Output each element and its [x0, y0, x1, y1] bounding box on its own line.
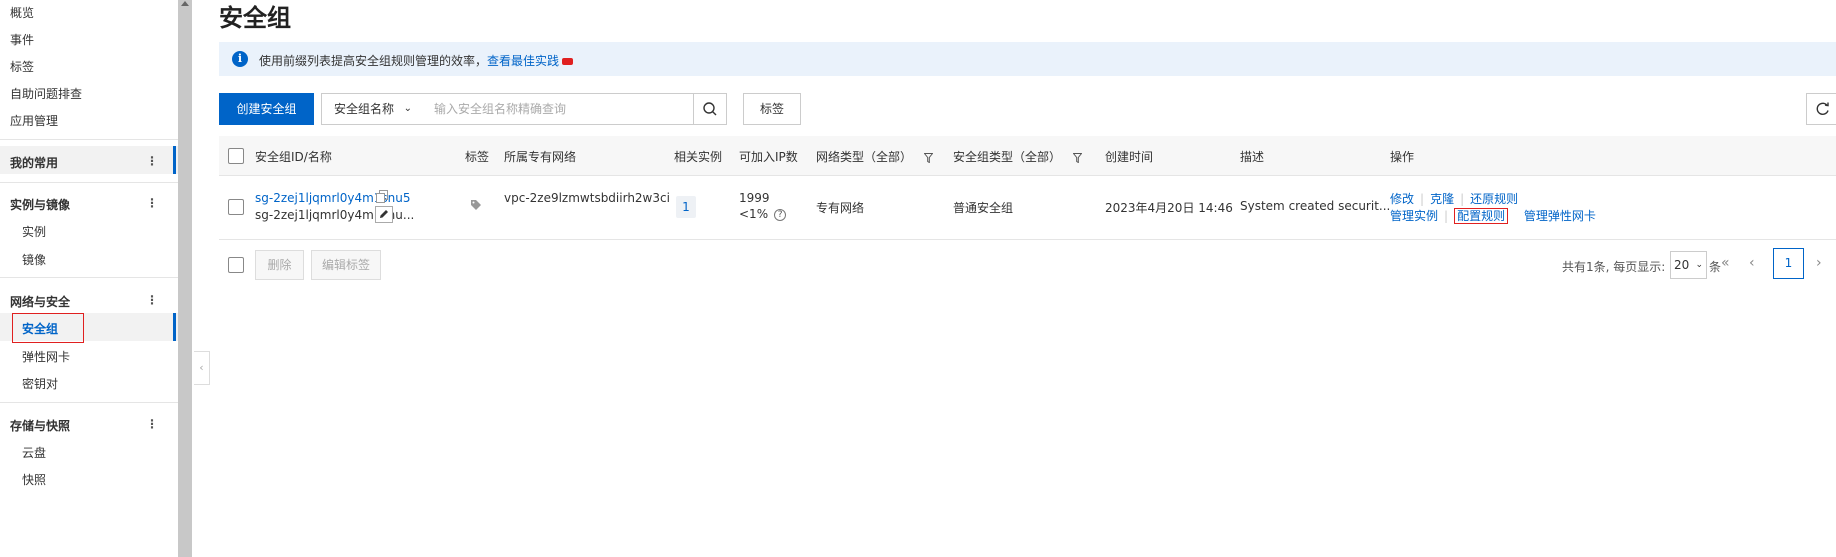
sidebar-group-storage[interactable]: 存储与快照 — [10, 417, 70, 434]
table-row: sg-2zej1ljqmrl0y4m1snu5 sg-2zej1ljqmrl0y… — [219, 176, 1836, 240]
column-header-sg-type[interactable]: 安全组类型（全部） — [953, 148, 1082, 165]
sidebar: 概览 事件 标签 自助问题排查 应用管理 我的常用 ⋮ 实例与镜像 ⋮ 实例 镜… — [0, 0, 178, 557]
filter-icon[interactable] — [1072, 152, 1082, 163]
more-icon[interactable]: ⋮ — [146, 417, 158, 431]
refresh-button[interactable] — [1806, 93, 1836, 125]
prev-page-icon[interactable]: ‹ — [1749, 255, 1755, 271]
copy-icon[interactable] — [376, 190, 388, 203]
vpc-id: vpc-2ze9lzmwtsbdiirh2w3ci — [504, 191, 670, 205]
page-size-value: 20 — [1674, 258, 1690, 272]
pagination-summary: 共有1条, 每页显示: — [1562, 260, 1666, 274]
more-icon[interactable]: ⋮ — [146, 196, 158, 210]
column-header-vpc: 所属专有网络 — [504, 150, 577, 164]
sidebar-item-images[interactable]: 镜像 — [22, 251, 46, 268]
sidebar-divider — [0, 182, 178, 183]
sidebar-group-instances[interactable]: 实例与镜像 — [10, 196, 70, 213]
security-group-type: 普通安全组 — [953, 201, 1014, 215]
description: System created securit... — [1240, 199, 1391, 213]
more-icon[interactable]: ⋮ — [146, 154, 158, 168]
sidebar-item-eni[interactable]: 弹性网卡 — [22, 348, 70, 365]
manage-eni-link[interactable]: 管理弹性网卡 — [1524, 209, 1596, 223]
table-header: 安全组ID/名称 标签 所属专有网络 相关实例 可加入IP数 网络类型（全部） … — [219, 136, 1836, 176]
sidebar-item-troubleshoot[interactable]: 自助问题排查 — [10, 85, 82, 102]
edit-pencil-icon[interactable] — [375, 206, 393, 223]
tag-icon[interactable] — [470, 199, 482, 211]
table-footer: 删除 编辑标签 共有1条, 每页显示: 20 ⌄ 条 « ‹ 1 › — [219, 246, 1836, 286]
ip-percent: <1% — [739, 207, 769, 221]
filter-icon[interactable] — [923, 152, 933, 163]
sidebar-item-instances[interactable]: 实例 — [22, 223, 46, 240]
edit-tags-button[interactable]: 编辑标签 — [311, 250, 381, 280]
sidebar-scrollbar[interactable] — [178, 0, 192, 557]
column-header-ip-count: 可加入IP数 — [739, 150, 798, 164]
column-header-network-type[interactable]: 网络类型（全部） — [816, 148, 933, 165]
search-icon — [703, 102, 717, 116]
page-size-select[interactable]: 20 ⌄ — [1670, 251, 1707, 279]
row-actions-line1: 修改 | 克隆 | 还原规则 — [1390, 192, 1519, 206]
scroll-up-arrow-icon[interactable] — [181, 1, 189, 6]
search-button[interactable] — [693, 93, 727, 125]
modify-link[interactable]: 修改 — [1390, 192, 1414, 206]
sidebar-group-favorites[interactable]: 我的常用 — [10, 154, 58, 171]
configure-rules-link[interactable]: 配置规则 — [1454, 208, 1509, 224]
delete-button[interactable]: 删除 — [255, 250, 304, 280]
tip-text: 使用前缀列表提高安全组规则管理的效率，查看最佳实践 — [259, 52, 574, 69]
help-icon[interactable]: ? — [774, 208, 787, 221]
row-actions-line2: 管理实例 | 配置规则 管理弹性网卡 — [1390, 208, 1596, 224]
page-title: 安全组 — [219, 4, 291, 32]
sg-type-label: 安全组类型（全部） — [953, 150, 1062, 164]
chevron-down-icon: ⌄ — [403, 103, 412, 114]
info-icon: i — [232, 51, 248, 67]
network-type: 专有网络 — [816, 201, 865, 215]
manage-instances-link[interactable]: 管理实例 — [1390, 209, 1438, 223]
sidebar-item-events[interactable]: 事件 — [10, 31, 34, 48]
search-field-select[interactable]: 安全组名称 ⌄ — [321, 93, 423, 125]
column-header-created: 创建时间 — [1105, 150, 1154, 164]
sidebar-divider — [0, 139, 178, 140]
column-header-tags: 标签 — [465, 150, 490, 164]
sidebar-item-keypairs[interactable]: 密钥对 — [22, 375, 58, 392]
sidebar-item-tags[interactable]: 标签 — [10, 58, 34, 75]
ip-usage: <1%? — [739, 207, 787, 221]
clone-link[interactable]: 克隆 — [1430, 192, 1454, 206]
select-all-checkbox[interactable] — [228, 148, 244, 164]
more-icon[interactable]: ⋮ — [146, 293, 158, 307]
sidebar-group-network[interactable]: 网络与安全 — [10, 293, 70, 310]
current-page-button[interactable]: 1 — [1773, 248, 1804, 279]
search-field-value: 安全组名称 — [334, 102, 395, 116]
best-practice-link[interactable]: 查看最佳实践 — [487, 54, 559, 68]
created-time: 2023年4月20日 14:46 — [1105, 201, 1233, 215]
column-header-instances: 相关实例 — [674, 150, 723, 164]
next-page-icon[interactable]: › — [1816, 255, 1822, 271]
create-security-group-button[interactable]: 创建安全组 — [219, 93, 314, 125]
sidebar-item-overview[interactable]: 概览 — [10, 4, 34, 21]
tag-filter-button[interactable]: 标签 — [743, 93, 801, 125]
ip-count-value: 1999 — [739, 191, 770, 205]
tip-message: 使用前缀列表提高安全组规则管理的效率， — [259, 54, 488, 68]
first-page-icon[interactable]: « — [1721, 255, 1730, 271]
sidebar-active-bar — [173, 313, 176, 341]
row-checkbox[interactable] — [228, 199, 244, 215]
favorites-active-bar — [173, 146, 176, 174]
sidebar-item-disks[interactable]: 云盘 — [22, 444, 46, 461]
sidebar-divider — [0, 402, 178, 403]
column-header-actions: 操作 — [1390, 150, 1415, 164]
search-input[interactable] — [422, 93, 694, 125]
tip-banner: i 使用前缀列表提高安全组规则管理的效率，查看最佳实践 — [219, 42, 1836, 76]
footer-select-all-checkbox[interactable] — [228, 257, 244, 273]
page-size-unit: 条 — [1709, 260, 1722, 274]
sidebar-item-app-management[interactable]: 应用管理 — [10, 112, 58, 129]
column-header-description: 描述 — [1240, 150, 1265, 164]
network-type-label: 网络类型（全部） — [816, 150, 913, 164]
new-badge-icon — [562, 58, 574, 65]
sidebar-divider — [0, 277, 178, 278]
related-instances-count[interactable]: 1 — [676, 196, 696, 218]
sidebar-item-snapshots[interactable]: 快照 — [22, 471, 46, 488]
restore-rules-link[interactable]: 还原规则 — [1470, 192, 1518, 206]
sidebar-item-security-groups[interactable]: 安全组 — [22, 320, 58, 337]
main-content: 安全组 i 使用前缀列表提高安全组规则管理的效率，查看最佳实践 创建安全组 安全… — [192, 0, 1836, 557]
refresh-icon — [1816, 102, 1829, 115]
chevron-down-icon: ⌄ — [1695, 260, 1703, 270]
column-header-id: 安全组ID/名称 — [255, 150, 332, 164]
